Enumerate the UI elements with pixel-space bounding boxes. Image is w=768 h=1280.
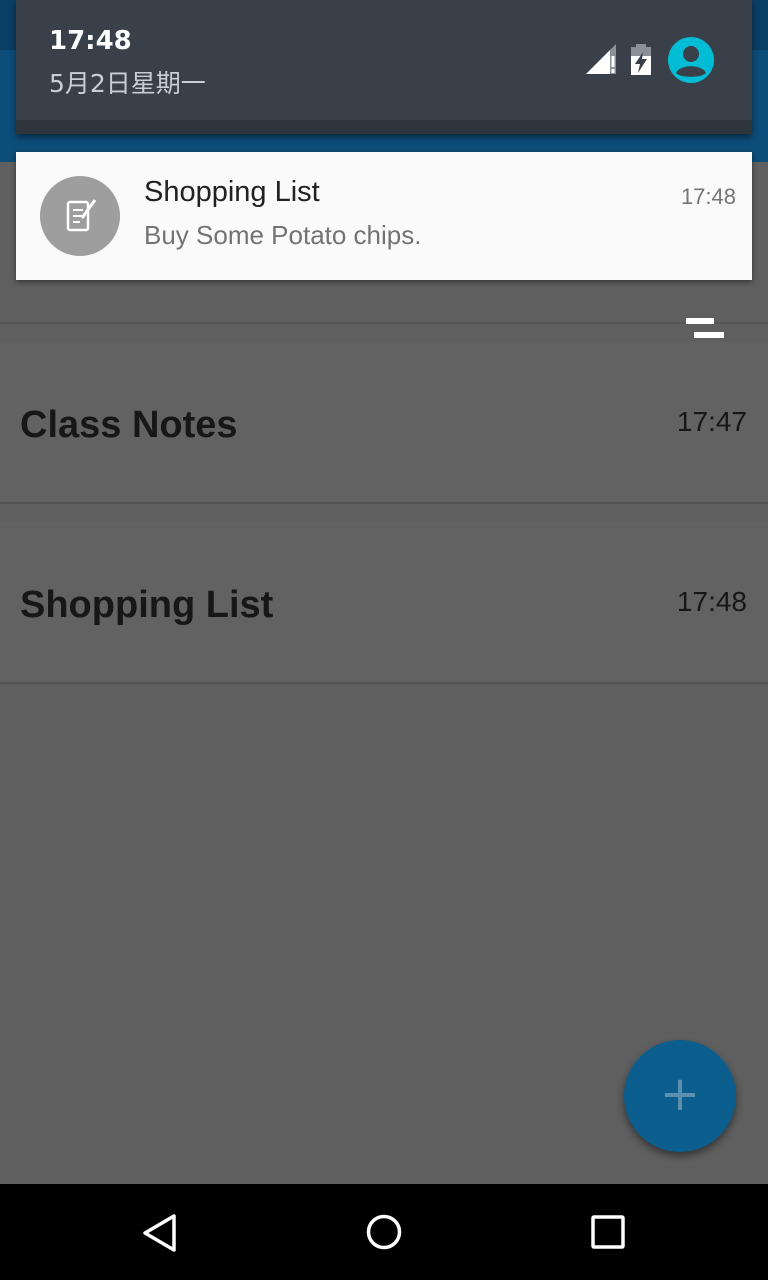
list-item[interactable]: Class Notes 17:47 bbox=[0, 342, 768, 502]
navigation-bar bbox=[0, 1184, 768, 1280]
note-title: Shopping List bbox=[20, 584, 274, 626]
notification-card[interactable]: Shopping List 17:48 Buy Some Potato chip… bbox=[16, 152, 752, 280]
add-icon: + bbox=[659, 1066, 701, 1122]
account-avatar-icon[interactable] bbox=[668, 37, 714, 83]
shade-date[interactable]: 5月2日星期一 bbox=[49, 64, 206, 100]
notification-shade-header[interactable]: 17:48 5月2日星期一 bbox=[16, 0, 752, 134]
note-edit-icon bbox=[66, 199, 97, 232]
note-title: Class Notes bbox=[20, 404, 238, 446]
notification-time: 17:48 bbox=[680, 184, 736, 209]
recents-icon[interactable] bbox=[590, 1214, 626, 1250]
notification-app-icon bbox=[40, 176, 120, 256]
back-icon[interactable] bbox=[142, 1214, 178, 1252]
list-divider bbox=[0, 322, 768, 324]
list-item[interactable]: Shopping List 17:48 bbox=[0, 522, 768, 682]
home-icon[interactable] bbox=[366, 1214, 402, 1250]
note-time: 17:48 bbox=[676, 586, 747, 617]
battery-charging-icon bbox=[631, 44, 651, 75]
shade-clock: 17:48 bbox=[49, 26, 132, 56]
notification-text: Buy Some Potato chips. bbox=[144, 220, 422, 250]
signal-no-data-icon bbox=[586, 44, 616, 74]
list-divider bbox=[0, 502, 768, 504]
shade-handle bbox=[16, 120, 752, 134]
add-note-button[interactable]: + bbox=[624, 1040, 736, 1152]
list-divider bbox=[0, 682, 768, 684]
notification-title: Shopping List bbox=[144, 176, 320, 208]
note-time: 17:47 bbox=[676, 406, 747, 437]
